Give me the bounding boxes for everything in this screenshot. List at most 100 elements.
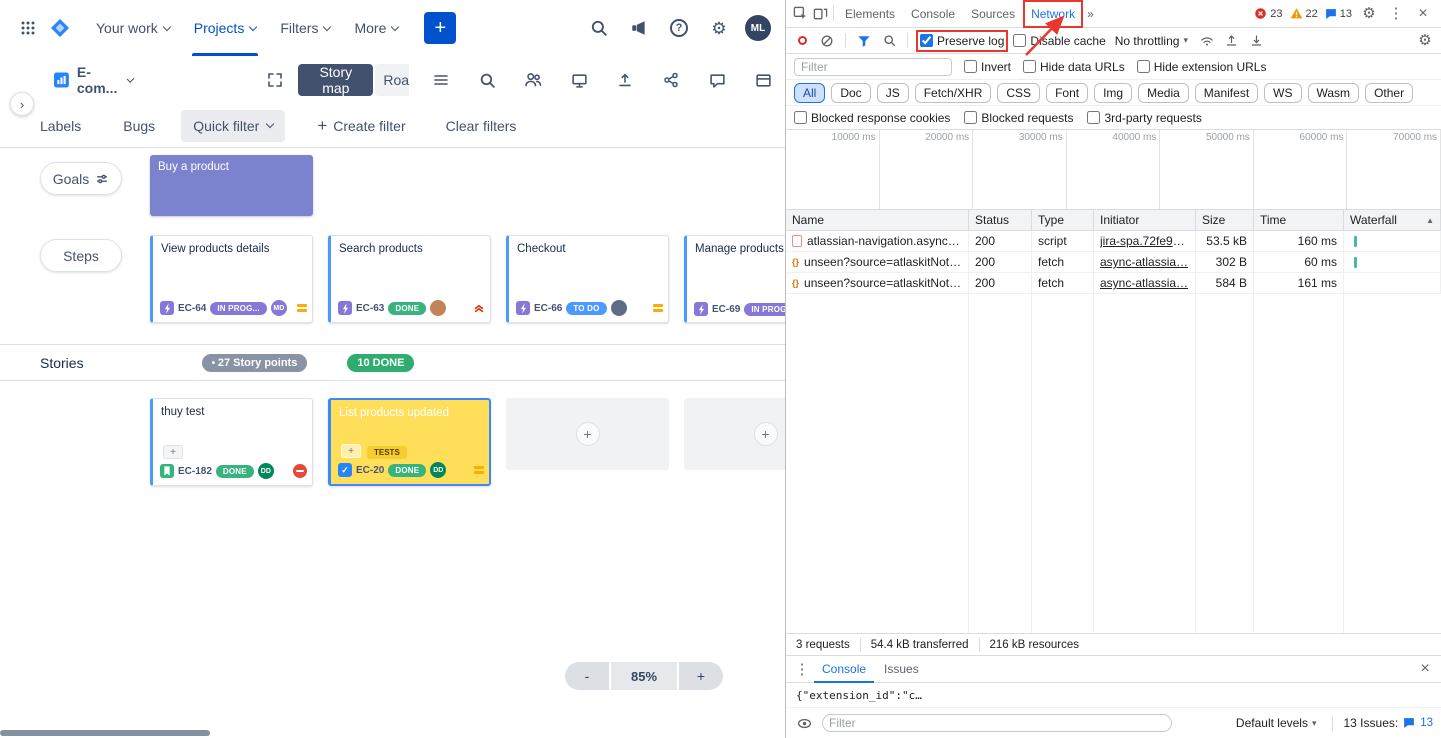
hide-extension-urls-input[interactable] <box>1137 60 1150 73</box>
user-avatar[interactable]: ML <box>745 15 771 41</box>
column-name[interactable]: Name <box>786 210 969 230</box>
third-party-input[interactable] <box>1087 111 1100 124</box>
network-filter-input[interactable] <box>794 58 952 76</box>
blocked-cookies-input[interactable] <box>794 111 807 124</box>
story-card[interactable]: thuy test EC-182 DONE DD <box>150 398 313 486</box>
step-card[interactable]: Checkout EC-66 TO DO <box>506 235 669 323</box>
chip-img[interactable]: Img <box>1094 83 1132 103</box>
add-card-button[interactable] <box>754 422 778 446</box>
drawer-tab-issues[interactable]: Issues <box>876 656 927 683</box>
justify-list-icon[interactable] <box>427 66 455 94</box>
column-type[interactable]: Type <box>1032 210 1094 230</box>
tab-elements[interactable]: Elements <box>837 0 903 28</box>
error-count[interactable]: 23 <box>1254 7 1282 20</box>
blocked-requests-checkbox[interactable]: Blocked requests <box>964 111 1073 125</box>
create-button[interactable]: + <box>424 12 456 44</box>
third-party-checkbox[interactable]: 3rd-party requests <box>1087 111 1201 125</box>
announcements-megaphone-icon[interactable] <box>625 14 653 42</box>
kebab-menu-icon[interactable]: ⋮ <box>1386 4 1406 24</box>
network-settings-gear-icon[interactable]: ⚙ <box>1415 31 1435 51</box>
network-request-row[interactable]: unseen?source=atlaskitNot… 200 fetch asy… <box>786 273 1441 294</box>
drawer-close-icon[interactable]: × <box>1415 659 1435 679</box>
archive-window-icon[interactable] <box>749 66 777 94</box>
app-switcher-icon[interactable] <box>14 14 42 42</box>
story-card-selected[interactable]: List products updated TESTS EC-20 DONE D… <box>328 398 491 486</box>
people-icon[interactable] <box>519 66 547 94</box>
devtools-settings-gear-icon[interactable]: ⚙ <box>1359 4 1379 24</box>
disable-cache-input[interactable] <box>1013 34 1026 47</box>
throttling-dropdown[interactable]: No throttling▾ <box>1111 34 1192 48</box>
chip-css[interactable]: CSS <box>997 83 1040 103</box>
chip-js[interactable]: JS <box>877 83 909 103</box>
preserve-log-checkbox[interactable]: Preserve log <box>920 34 1004 48</box>
device-toolbar-icon[interactable] <box>810 4 830 24</box>
bugs-link[interactable]: Bugs <box>123 118 155 134</box>
share-icon[interactable] <box>657 66 685 94</box>
chip-fetch-xhr[interactable]: Fetch/XHR <box>915 83 992 103</box>
network-overview-timeline[interactable]: 10000 ms 20000 ms 30000 ms 40000 ms 5000… <box>786 130 1441 210</box>
chip-doc[interactable]: Doc <box>831 83 870 103</box>
column-initiator[interactable]: Initiator <box>1094 210 1196 230</box>
hide-data-urls-input[interactable] <box>1023 60 1036 73</box>
initiator-link[interactable]: async-atlassia… <box>1100 255 1188 269</box>
goals-pill[interactable]: Goals <box>40 162 122 195</box>
column-time[interactable]: Time <box>1254 210 1344 230</box>
chevron-down-icon[interactable] <box>127 75 135 83</box>
network-search-icon[interactable] <box>879 31 899 51</box>
inspect-element-icon[interactable] <box>790 4 810 24</box>
nav-more[interactable]: More <box>342 0 410 56</box>
preserve-log-input[interactable] <box>920 34 933 47</box>
message-count[interactable]: 13 <box>1325 8 1352 20</box>
invert-checkbox[interactable]: Invert <box>964 60 1011 74</box>
step-card[interactable]: Search products EC-63 DONE <box>328 235 491 323</box>
console-log-line[interactable]: {"extension_id":"c… <box>786 683 1441 708</box>
tab-network[interactable]: Network <box>1023 0 1083 28</box>
chip-media[interactable]: Media <box>1138 83 1189 103</box>
add-card-button[interactable] <box>576 422 600 446</box>
export-har-icon[interactable] <box>1247 31 1267 51</box>
add-button[interactable] <box>341 444 361 458</box>
issues-summary[interactable]: 13 Issues: 13 <box>1344 716 1434 730</box>
board-monitor-icon[interactable] <box>565 66 593 94</box>
step-card[interactable]: View products details EC-64 IN PROG... M… <box>150 235 313 323</box>
quick-filter-dropdown[interactable]: Quick filter <box>181 110 285 142</box>
nav-filters[interactable]: Filters <box>268 0 342 56</box>
hide-data-urls-checkbox[interactable]: Hide data URLs <box>1023 60 1125 74</box>
sidebar-expand-button[interactable]: › <box>10 92 34 116</box>
filter-funnel-icon[interactable] <box>854 31 874 51</box>
tab-console[interactable]: Console <box>903 0 963 28</box>
network-request-row[interactable]: atlassian-navigation.async-… 200 script … <box>786 231 1441 252</box>
blocked-requests-input[interactable] <box>964 111 977 124</box>
warning-count[interactable]: 22 <box>1290 7 1318 20</box>
create-filter-button[interactable]: +Create filter <box>317 117 405 134</box>
story-map-tab[interactable]: Story map <box>298 64 373 96</box>
export-icon[interactable] <box>611 66 639 94</box>
zoom-in-button[interactable]: + <box>679 662 723 690</box>
column-size[interactable]: Size <box>1196 210 1254 230</box>
column-waterfall[interactable]: Waterfall▲ <box>1344 210 1441 230</box>
tab-sources[interactable]: Sources <box>963 0 1023 28</box>
chip-other[interactable]: Other <box>1365 83 1413 103</box>
search-icon[interactable] <box>585 14 613 42</box>
nav-projects[interactable]: Projects <box>182 0 269 56</box>
disable-cache-checkbox[interactable]: Disable cache <box>1013 34 1105 48</box>
nav-your-work[interactable]: Your work <box>84 0 182 56</box>
invert-input[interactable] <box>964 60 977 73</box>
steps-pill[interactable]: Steps <box>40 239 122 272</box>
more-tabs-button[interactable]: » <box>1083 7 1098 21</box>
hide-extension-urls-checkbox[interactable]: Hide extension URLs <box>1137 60 1267 74</box>
board-search-icon[interactable] <box>473 66 501 94</box>
network-conditions-icon[interactable] <box>1197 31 1217 51</box>
chip-wasm[interactable]: Wasm <box>1308 83 1360 103</box>
drawer-kebab-icon[interactable]: ⋮ <box>792 659 812 679</box>
project-name[interactable]: E-com... <box>77 64 122 96</box>
chip-ws[interactable]: WS <box>1264 83 1301 103</box>
import-har-icon[interactable] <box>1222 31 1242 51</box>
clear-network-log-icon[interactable] <box>817 31 837 51</box>
initiator-link[interactable]: async-atlassia… <box>1100 276 1188 290</box>
chip-manifest[interactable]: Manifest <box>1195 83 1258 103</box>
default-levels-dropdown[interactable]: Default levels▾ <box>1232 716 1321 730</box>
clear-filters-button[interactable]: Clear filters <box>446 118 517 134</box>
help-icon[interactable]: ? <box>665 14 693 42</box>
console-eye-icon[interactable] <box>794 713 814 733</box>
